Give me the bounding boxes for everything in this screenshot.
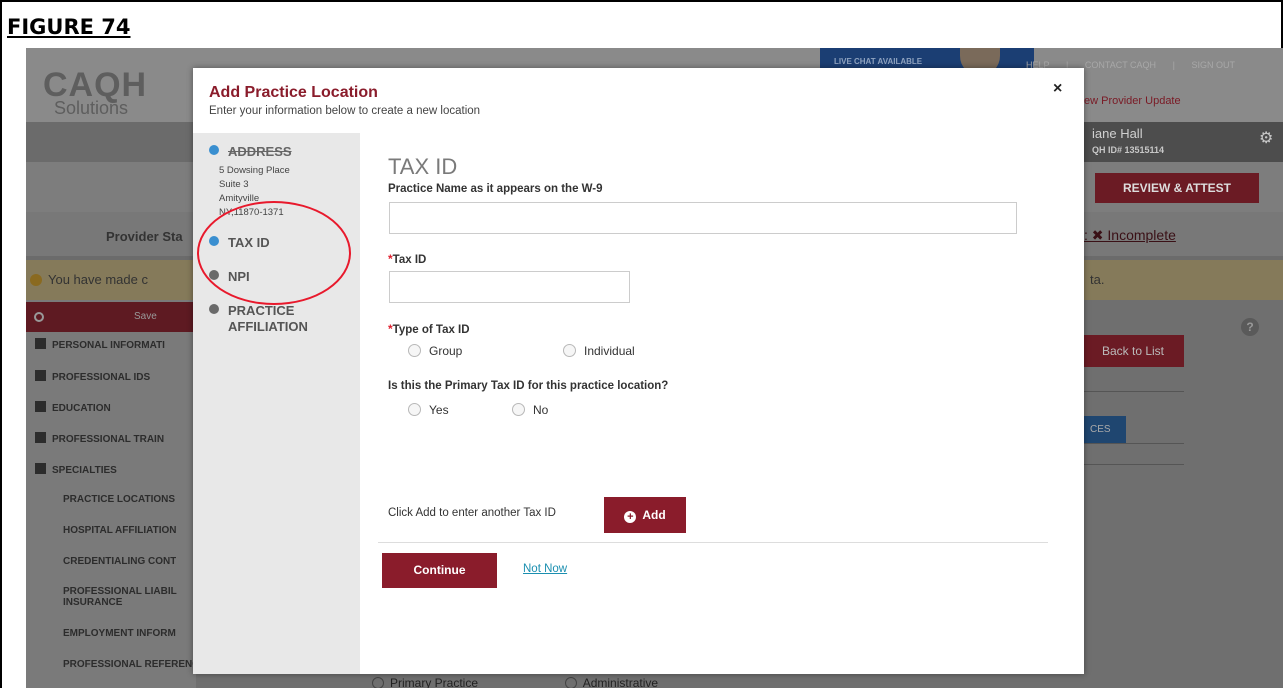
step-bullet-icon (209, 304, 219, 314)
practice-type-radios: Primary Practice Administrative (372, 676, 658, 688)
address-line: Amityville (219, 193, 260, 204)
nav-item-practice-locations[interactable]: PRACTICE LOCATIONS (26, 494, 175, 505)
nav-item-hospital-affiliations[interactable]: HOSPITAL AFFILIATION (26, 525, 177, 536)
user-name: iane Hall (1092, 126, 1143, 141)
help-icon[interactable]: ? (1241, 318, 1259, 336)
address-line: NY,11870-1371 (219, 207, 284, 218)
sign-out-link[interactable]: SIGN OUT (1191, 60, 1235, 70)
nav-item-professional-ids[interactable]: PROFESSIONAL IDS (26, 370, 150, 383)
modal-subtitle: Enter your information below to create a… (209, 105, 481, 117)
separator: | (1172, 60, 1175, 70)
gear-icon[interactable]: ⚙ (1259, 131, 1275, 147)
warning-message-end: ta. (1090, 272, 1105, 287)
step-bullet-icon (209, 145, 219, 155)
tax-id-input[interactable] (389, 271, 630, 303)
radio-group[interactable]: Group (408, 344, 462, 358)
divider (1084, 443, 1184, 444)
nav-item-liability-insurance[interactable]: PROFESSIONAL LIABIL INSURANCE (26, 586, 186, 608)
add-practice-location-modal: Add Practice Location Enter your informa… (193, 68, 1084, 674)
nav-item-employment[interactable]: EMPLOYMENT INFORM (26, 628, 176, 639)
primary-tax-id-label: Is this the Primary Tax ID for this prac… (388, 380, 669, 392)
continue-button[interactable]: Continue (382, 553, 497, 588)
figure-title: FIGURE 74 (7, 15, 131, 39)
step-bullet-icon (209, 236, 219, 246)
radio-no[interactable]: No (512, 403, 548, 417)
section-title: TAX ID (388, 154, 458, 179)
step-tax-id[interactable]: TAX ID (209, 235, 270, 250)
warning-message: You have made c (26, 272, 148, 287)
nav-item-professional-training[interactable]: PROFESSIONAL TRAIN (26, 432, 164, 445)
contact-link[interactable]: CONTACT CAQH (1085, 60, 1156, 70)
practice-name-label: Practice Name as it appears on the W-9 (388, 183, 603, 195)
radio-primary-practice[interactable] (372, 677, 384, 688)
close-icon[interactable]: × (1053, 80, 1062, 98)
figure-frame: FIGURE 74 CAQH Solutions LIVE CHAT AVAIL… (0, 0, 1283, 688)
not-now-link[interactable]: Not Now (523, 563, 567, 575)
wizard-steps: ADDRESS 5 Dowsing Place Suite 3 Amityvil… (193, 133, 360, 674)
nav-item-credentialing-contact[interactable]: CREDENTIALING CONT (26, 556, 176, 567)
review-attest-button[interactable]: REVIEW & ATTEST (1095, 173, 1259, 203)
collapse-icon[interactable] (34, 312, 44, 322)
address-line: 5 Dowsing Place (219, 165, 290, 176)
address-summary: 5 Dowsing Place Suite 3 Amityville NY,11… (219, 164, 290, 220)
provider-status-label: Provider Sta (106, 229, 183, 244)
tax-id-label: *Tax ID (388, 252, 427, 266)
step-npi[interactable]: NPI (209, 269, 250, 284)
divider (1084, 391, 1184, 392)
radio-circle-icon[interactable] (512, 403, 525, 416)
tax-id-form: TAX ID Practice Name as it appears on th… (360, 133, 1084, 674)
radio-circle-icon[interactable] (408, 344, 421, 357)
radio-circle-icon[interactable] (408, 403, 421, 416)
add-tax-id-button[interactable]: + Add (604, 497, 686, 533)
save-button[interactable]: Save (134, 311, 157, 322)
plus-icon: + (624, 511, 637, 523)
radio-circle-icon[interactable] (563, 344, 576, 357)
practice-name-input[interactable] (389, 202, 1017, 234)
status-incomplete-link[interactable]: : ✖ Incomplete (1084, 227, 1176, 244)
step-address[interactable]: ADDRESS (209, 144, 292, 159)
radio-yes[interactable]: Yes (408, 403, 449, 417)
user-bar: iane Hall QH ID# 13515114 ⚙ (1084, 122, 1283, 162)
form-divider (378, 542, 1048, 543)
radio-individual[interactable]: Individual (563, 344, 635, 358)
add-tax-id-hint: Click Add to enter another Tax ID (388, 507, 556, 519)
warning-icon (30, 274, 42, 286)
tab-references[interactable]: CES (1084, 416, 1126, 444)
address-line: Suite 3 (219, 179, 249, 190)
user-id: QH ID# 13515114 (1092, 145, 1165, 155)
radio-administrative[interactable] (564, 677, 577, 688)
modal-title: Add Practice Location (209, 84, 378, 101)
nav-item-specialties[interactable]: SPECIALTIES (26, 463, 117, 476)
provider-update-link[interactable]: ew Provider Update (1084, 95, 1181, 107)
divider (1084, 464, 1184, 465)
back-to-list-button[interactable]: Back to List (1072, 335, 1184, 367)
nav-item-education[interactable]: EDUCATION (26, 401, 111, 414)
caqh-logo-subtitle: Solutions (54, 98, 129, 118)
step-practice-affiliation[interactable]: PRACTICE AFFILIATION (209, 303, 308, 335)
save-bar[interactable]: Save (26, 302, 196, 332)
step-bullet-icon (209, 270, 219, 280)
nav-item-personal[interactable]: PERSONAL INFORMATI (26, 338, 165, 351)
tax-id-type-label: *Type of Tax ID (388, 322, 470, 336)
